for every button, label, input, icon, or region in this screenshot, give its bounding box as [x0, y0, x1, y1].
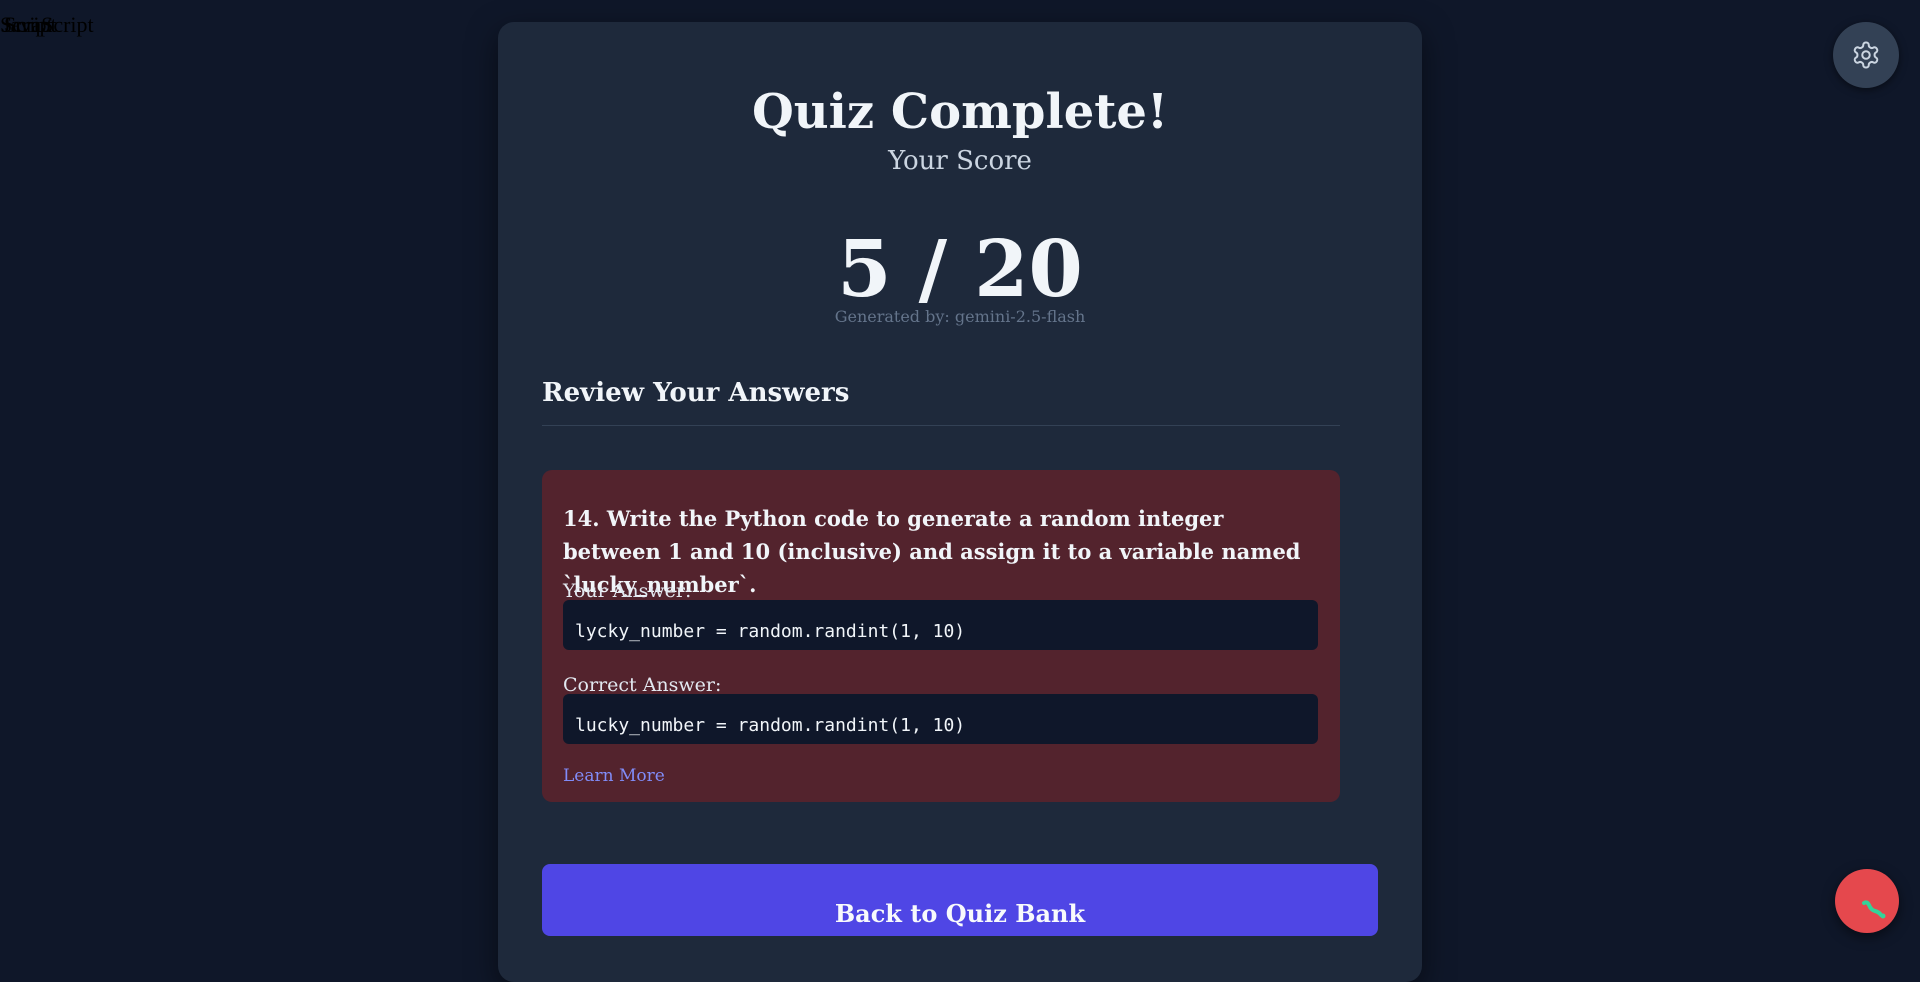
back-to-quiz-bank-button[interactable]: Back to Quiz Bank [542, 864, 1378, 936]
correct-answer-label: Correct Answer: [563, 674, 722, 696]
score-subtitle: Your Score [888, 146, 1032, 176]
corner-text-3: Script [4, 12, 57, 37]
your-answer-label: Your Answer: [563, 580, 692, 602]
generated-by-text: Generated by: gemini-2.5-flash [834, 307, 1086, 326]
page-title: Quiz Complete! [751, 84, 1169, 140]
debug-button[interactable] [1835, 869, 1899, 933]
your-answer-code: lycky_number = random.randint(1, 10) [563, 600, 1318, 650]
score-value: 5 / 20 [837, 224, 1083, 315]
quiz-results-card: Quiz Complete! Your Score 5 / 20 Generat… [498, 22, 1422, 982]
answer-review-card: 14. Write the Python code to generate a … [542, 470, 1340, 802]
review-list[interactable]: 14. Write the Python code to generate a … [542, 446, 1340, 820]
settings-button[interactable] [1833, 22, 1899, 88]
gear-icon [1851, 40, 1881, 70]
correct-answer-code: lucky_number = random.randint(1, 10) [563, 694, 1318, 744]
learn-more-link[interactable]: Learn More [563, 766, 665, 786]
review-heading: Review Your Answers [542, 378, 850, 408]
corner-overlapping-text: Script JavaScript Script [0, 12, 120, 42]
review-divider [542, 425, 1340, 426]
bug-icon [1861, 897, 1887, 919]
